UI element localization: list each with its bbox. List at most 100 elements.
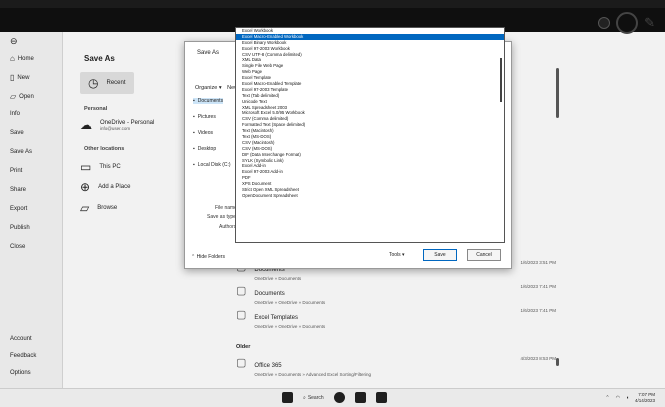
nav-item-save[interactable]: Save	[10, 130, 24, 136]
save-button[interactable]: Save	[423, 249, 457, 261]
location-onedrive[interactable]: ☁ OneDrive - Personal info@user.com	[80, 118, 154, 132]
scrollbar-thumb[interactable]	[556, 68, 559, 118]
nav-item-export[interactable]: Export	[10, 206, 27, 212]
nav-item-home[interactable]: ⌂ Home	[10, 54, 34, 63]
nav-item-label: Save	[10, 130, 24, 136]
location-this-pc[interactable]: ▭ This PC	[80, 160, 121, 174]
onedrive-sub: info@user.com	[100, 125, 131, 131]
older-section-label: Older	[236, 344, 251, 350]
onedrive-title: OneDrive - Personal	[100, 119, 155, 126]
folder-icon: ▱	[80, 201, 90, 215]
location-browse[interactable]: ▱ Browse	[80, 201, 117, 215]
file-row[interactable]: ▢ Documents OneDrive » OneDrive » Document…	[236, 282, 556, 305]
nav-item-print[interactable]: Print	[10, 168, 22, 174]
folder-icon: ▪	[193, 162, 195, 168]
save-as-type-dropdown-list[interactable]: Excel Workbook Excel Macro-Enabled Workbo…	[235, 27, 505, 243]
this-pc-label: This PC	[99, 164, 121, 170]
nav-item-open[interactable]: ▱ Open	[10, 92, 34, 101]
nav-item-new[interactable]: ▯ New	[10, 73, 29, 82]
tree-item-local-disk-c-[interactable]: ▪ Local Disk (C:)	[193, 162, 231, 168]
start-icon[interactable]	[282, 392, 293, 403]
clock-icon: ◷	[88, 76, 99, 90]
nav-item-close[interactable]: Close	[10, 244, 25, 250]
type-option[interactable]: OpenDocument Spreadsheet	[236, 193, 504, 199]
folder-icon: ▪	[193, 98, 195, 104]
folder-icon: ▪	[193, 114, 195, 120]
organize-label: Organize ▾	[195, 85, 222, 91]
nav-item-publish[interactable]: Publish	[10, 225, 30, 231]
explorer-icon[interactable]	[354, 392, 366, 403]
tree-item-label: Desktop	[197, 146, 217, 152]
file-path: OneDrive » Documents » Advanced Excel So…	[254, 372, 371, 377]
cloud-icon: ☁	[80, 118, 92, 132]
taskbar-search-label: Search	[307, 394, 324, 401]
nav-item-label: Info	[10, 111, 21, 117]
folder-icon: ▢	[236, 285, 247, 297]
hide-folders-button[interactable]: ⌃ Hide Folders	[191, 254, 225, 260]
file-text: Office 365 OneDrive » Documents » Advance…	[254, 354, 371, 377]
folder-icon: ▪	[193, 130, 195, 136]
folder-icon: ▢	[236, 357, 247, 369]
browse-label: Browse	[97, 205, 118, 211]
nav-item-label: Print	[10, 168, 23, 174]
volume-icon[interactable]: ◖	[626, 395, 629, 401]
nav-item-label: Open	[19, 93, 34, 100]
wifi-icon[interactable]: ◠	[616, 395, 620, 401]
title-bar-controls: ✎	[598, 12, 655, 34]
tools-button[interactable]: Tools ▾	[389, 252, 405, 258]
location-recent[interactable]: ◷ Recent	[80, 72, 134, 94]
chevron-up-icon: ⌃	[191, 254, 196, 260]
folder-open-icon: ▱	[10, 92, 17, 101]
taskbar: ⌕ Search ⌃ ◠ ◖ 7:07 PM 4/14/2023	[0, 388, 665, 407]
tree-item-label: Documents	[197, 98, 224, 104]
account-avatar-icon[interactable]	[616, 12, 639, 34]
file-text: Excel Templates OneDrive » OneDrive » Doc…	[254, 306, 325, 329]
record-icon[interactable]	[598, 17, 611, 29]
nav-item-save-as[interactable]: Save As	[10, 149, 32, 155]
taskbar-center: ⌕ Search	[282, 392, 387, 403]
file-name: Office 365	[254, 363, 282, 369]
location-add-place[interactable]: ⊕ Add a Place	[80, 180, 130, 194]
pen-scribble-icon: ✎	[644, 15, 655, 31]
scrollbar-end[interactable]	[556, 358, 559, 366]
clock[interactable]: 7:07 PM 4/14/2023	[635, 392, 655, 404]
nav-item-share[interactable]: Share	[10, 187, 26, 193]
file-date: 4/3/2023 8:53 PM	[520, 356, 556, 361]
location-recent-label: Recent	[106, 80, 126, 86]
app-icon[interactable]	[375, 392, 387, 403]
tree-item-desktop[interactable]: ▪ Desktop	[193, 146, 216, 152]
nav-item-label: Publish	[10, 225, 30, 231]
folder-icon: ▢	[236, 309, 247, 321]
nav-item-info[interactable]: Info	[10, 111, 20, 117]
nav-item-label: New	[17, 74, 30, 81]
file-name: Documents	[254, 291, 285, 297]
folder-icon: ▪	[193, 146, 195, 152]
clock-date: 4/14/2023	[634, 398, 655, 403]
personal-section-label: Personal	[84, 106, 108, 112]
tree-item-documents[interactable]: ▪ Documents	[193, 98, 224, 104]
cancel-button[interactable]: Cancel	[467, 249, 501, 261]
browser-icon[interactable]	[333, 392, 345, 403]
dropdown-scrollbar[interactable]	[500, 58, 502, 102]
tree-item-pictures[interactable]: ▪ Pictures	[193, 114, 216, 120]
file-name: Excel Templates	[254, 315, 298, 321]
globe-icon: ⊕	[80, 180, 91, 194]
nav-item-label: Home	[17, 55, 34, 62]
chevron-up-icon[interactable]: ⌃	[605, 395, 609, 401]
nav-item-options[interactable]: Options	[10, 370, 31, 376]
file-row[interactable]: ▢ Excel Templates OneDrive » OneDrive » Do…	[236, 306, 556, 329]
tree-item-label: Videos	[197, 130, 213, 136]
tree-item-label: Pictures	[197, 114, 216, 120]
nav-item-label: Export	[10, 206, 28, 212]
computer-icon: ▭	[80, 160, 92, 174]
nav-item-account[interactable]: Account	[10, 336, 32, 342]
file-path: OneDrive » Documents	[254, 276, 302, 281]
file-row[interactable]: ▢ Office 365 OneDrive » Documents » Advanc…	[236, 354, 556, 377]
nav-item-label: Save As	[10, 149, 33, 155]
tree-item-videos[interactable]: ▪ Videos	[193, 130, 213, 136]
taskbar-search[interactable]: ⌕ Search	[303, 395, 324, 401]
back-arrow-icon[interactable]: ⊖	[10, 36, 18, 47]
file-path: OneDrive » OneDrive » Documents	[254, 324, 326, 329]
backstage-nav: ⊖ ⌂ Home ▯ New ▱ Open Info Save Save As Print Share…	[0, 32, 63, 407]
nav-item-feedback[interactable]: Feedback	[10, 353, 36, 359]
